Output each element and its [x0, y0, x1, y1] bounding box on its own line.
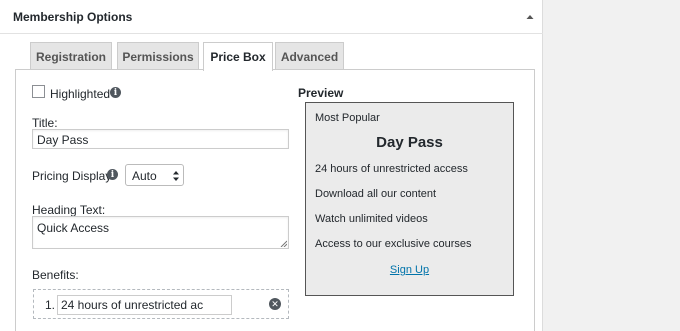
title-label: Title: [32, 116, 58, 130]
tab-registration[interactable]: Registration [30, 42, 112, 70]
benefits-label: Benefits: [32, 268, 79, 282]
heading-text-label: Heading Text: [32, 203, 106, 217]
highlighted-label: Highlighted [50, 87, 111, 101]
sign-up-link[interactable]: Sign Up [306, 264, 513, 276]
triangle-up-icon[interactable] [525, 12, 535, 22]
preview-benefit: Access to our exclusive courses [315, 238, 472, 250]
highlighted-checkbox[interactable] [32, 85, 45, 98]
metabox-title: Membership Options [13, 10, 133, 24]
tab-advanced[interactable]: Advanced [275, 42, 344, 70]
remove-icon[interactable]: ✕ [269, 298, 281, 310]
info-icon[interactable]: i [110, 87, 121, 98]
info-icon[interactable]: i [107, 169, 118, 180]
price-box-preview: Most Popular Day Pass 24 hours of unrest… [305, 102, 514, 296]
heading-text-value: Quick Access [37, 221, 110, 235]
pricing-display-select[interactable]: Auto [125, 164, 184, 186]
title-input[interactable]: Day Pass [32, 129, 289, 149]
pricing-display-value: Auto [132, 169, 157, 183]
resize-grip-icon[interactable] [280, 240, 287, 247]
preview-badge: Most Popular [315, 112, 380, 124]
preview-heading: Preview [298, 86, 344, 100]
preview-title: Day Pass [376, 134, 443, 151]
membership-options-metabox: Membership Options Registration Permissi… [0, 0, 543, 331]
benefit-number: 1. [45, 298, 56, 312]
tab-price-box[interactable]: Price Box [203, 42, 273, 71]
tab-permissions[interactable]: Permissions [117, 42, 199, 70]
metabox-header[interactable]: Membership Options [0, 0, 543, 34]
preview-benefit: Download all our content [315, 188, 437, 200]
benefit-input[interactable]: 24 hours of unrestricted ac [57, 295, 232, 315]
preview-benefit: Watch unlimited videos [315, 213, 428, 225]
preview-benefit: 24 hours of unrestricted access [315, 163, 468, 175]
select-arrows-icon [173, 171, 179, 181]
benefit-row: 1. 24 hours of unrestricted ac ✕ [33, 289, 289, 319]
heading-text-textarea[interactable]: Quick Access [32, 216, 289, 249]
pricing-display-label: Pricing Display [32, 169, 112, 183]
